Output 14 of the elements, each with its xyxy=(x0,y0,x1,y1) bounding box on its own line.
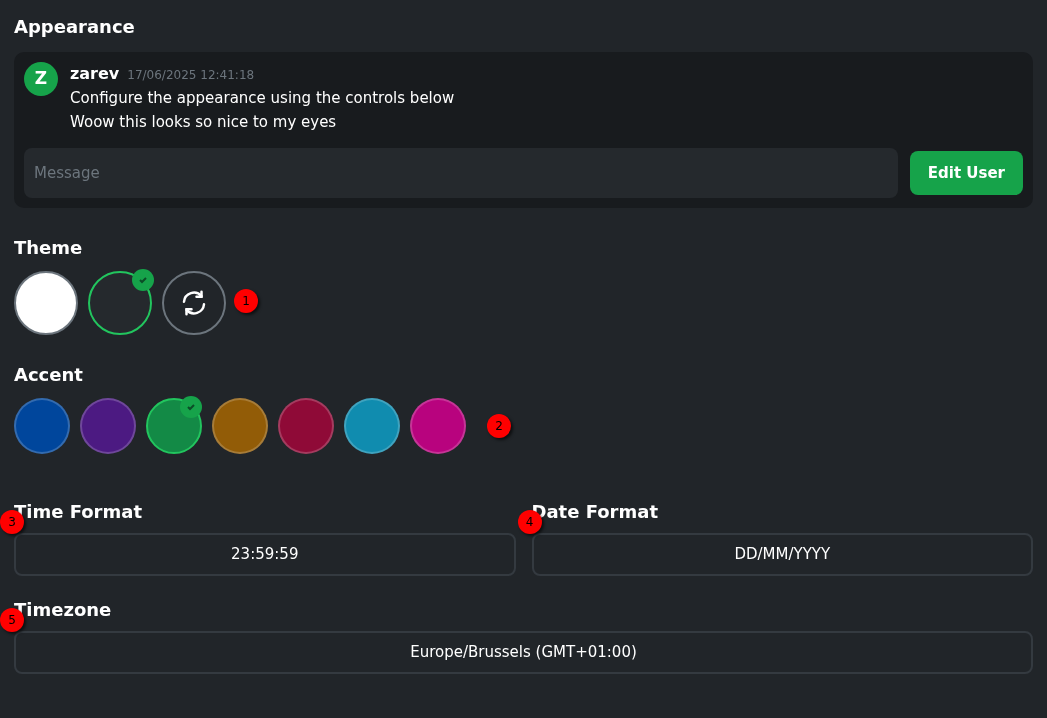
select-field[interactable]: 23:59:59 xyxy=(14,533,516,576)
select-field[interactable]: Europe/Brussels (GMT+01:00) xyxy=(14,631,1033,674)
username: zarev xyxy=(70,63,120,85)
message-text: Configure the appearance using the controls below xyxy=(70,88,455,109)
select-field[interactable]: DD/MM/YYYY xyxy=(531,533,1033,576)
message-field[interactable]: Message xyxy=(24,148,898,198)
avatar: Z xyxy=(24,62,58,96)
section-label: Theme xyxy=(14,236,84,260)
timestamp: 17/06/2025 12:41:18 xyxy=(127,67,255,84)
section-title: Appearance xyxy=(14,15,136,39)
annotation-marker: 1 xyxy=(234,289,258,313)
section-label: Accent xyxy=(14,363,84,387)
annotation-marker: 2 xyxy=(487,414,511,438)
message-text: Woow this looks so nice to my eyes xyxy=(70,112,338,133)
